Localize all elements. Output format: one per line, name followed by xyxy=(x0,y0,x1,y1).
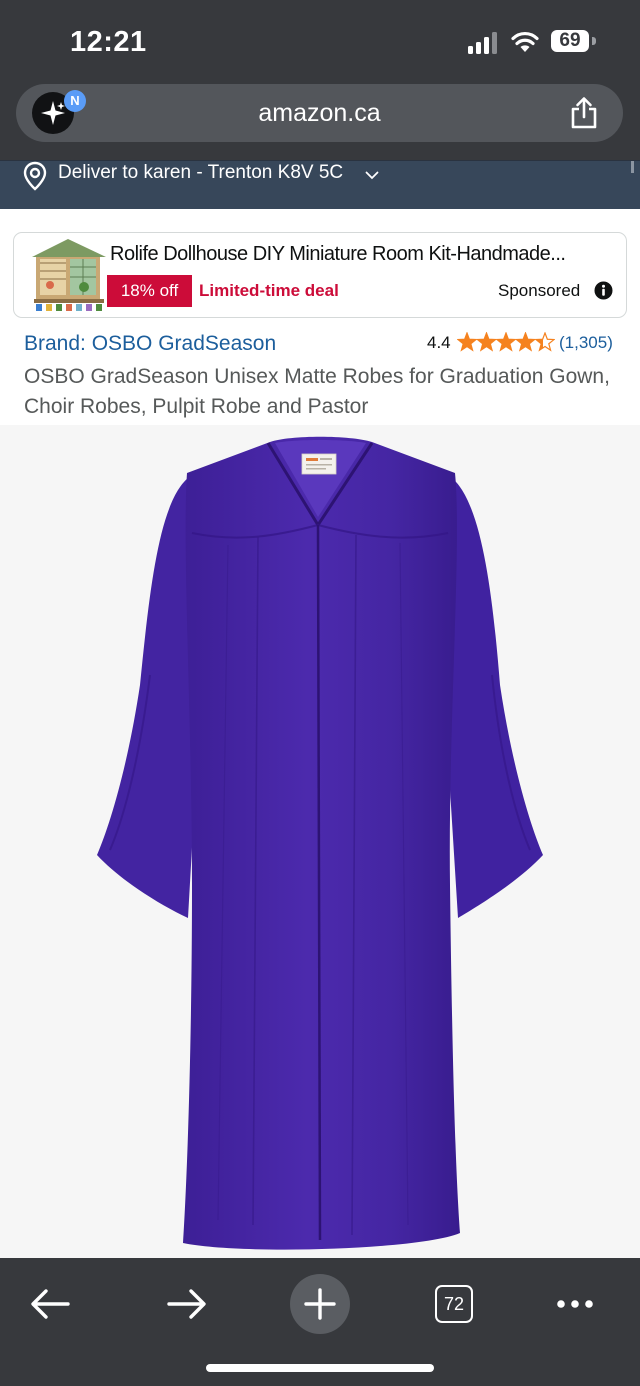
info-icon[interactable] xyxy=(594,281,613,300)
more-button[interactable] xyxy=(545,1274,605,1334)
browser-bottom-toolbar: 72 xyxy=(0,1258,640,1386)
status-bar: 12:21 69 xyxy=(0,0,640,84)
new-tab-button[interactable] xyxy=(290,1274,350,1334)
forward-arrow-icon[interactable] xyxy=(157,1274,217,1334)
signal-icon xyxy=(468,32,497,54)
address-bar[interactable]: amazon.ca N xyxy=(16,84,623,142)
sponsored-ad-card[interactable]: Rolife Dollhouse DIY Miniature Room Kit-… xyxy=(13,232,627,318)
star-icon xyxy=(495,332,517,352)
star-rating[interactable] xyxy=(457,332,555,352)
deliver-to-text[interactable]: Deliver to karen - Trenton K8V 5C xyxy=(58,162,343,184)
rating-value[interactable]: 4.4 xyxy=(427,333,451,353)
tabs-icon[interactable]: 72 xyxy=(435,1285,473,1323)
share-icon[interactable] xyxy=(568,96,600,130)
chevron-down-icon[interactable] xyxy=(365,171,379,180)
back-arrow-icon[interactable] xyxy=(22,1274,82,1334)
star-icon xyxy=(457,332,478,352)
sponsored-label: Sponsored xyxy=(498,281,581,300)
battery-nub xyxy=(592,37,596,45)
ad-title[interactable]: Rolife Dollhouse DIY Miniature Room Kit-… xyxy=(110,243,566,266)
review-count-link[interactable]: (1,305) xyxy=(559,333,613,353)
star-icon xyxy=(475,332,498,352)
scroll-indicator xyxy=(631,161,634,173)
dollhouse-thumbnail[interactable] xyxy=(26,237,112,313)
deliver-to-bar[interactable]: Deliver to karen - Trenton K8V 5C xyxy=(0,160,640,209)
location-pin-icon xyxy=(23,161,47,191)
forward-button[interactable] xyxy=(157,1274,217,1334)
home-indicator[interactable] xyxy=(206,1364,434,1372)
product-title: OSBO GradSeason Unisex Matte Robes for G… xyxy=(24,365,610,418)
tabs-button[interactable]: 72 xyxy=(424,1274,484,1334)
deal-label: Limited-time deal xyxy=(199,281,339,300)
back-button[interactable] xyxy=(22,1274,82,1334)
url-text[interactable]: amazon.ca xyxy=(16,84,623,142)
status-time: 12:21 xyxy=(70,26,147,58)
star-icon xyxy=(514,332,537,352)
notification-badge: N xyxy=(64,90,86,112)
graduation-robe-image[interactable] xyxy=(0,425,640,1258)
more-icon[interactable] xyxy=(545,1274,605,1334)
browser-toolbar: amazon.ca N xyxy=(0,84,640,160)
product-image[interactable] xyxy=(0,425,640,1258)
battery-icon: 69 xyxy=(551,30,589,52)
brand-link[interactable]: Brand: OSBO GradSeason xyxy=(24,332,276,356)
discount-badge: 18% off xyxy=(107,275,192,307)
wifi-icon xyxy=(511,31,539,52)
plus-icon[interactable] xyxy=(290,1274,350,1334)
star-icon xyxy=(534,332,555,352)
